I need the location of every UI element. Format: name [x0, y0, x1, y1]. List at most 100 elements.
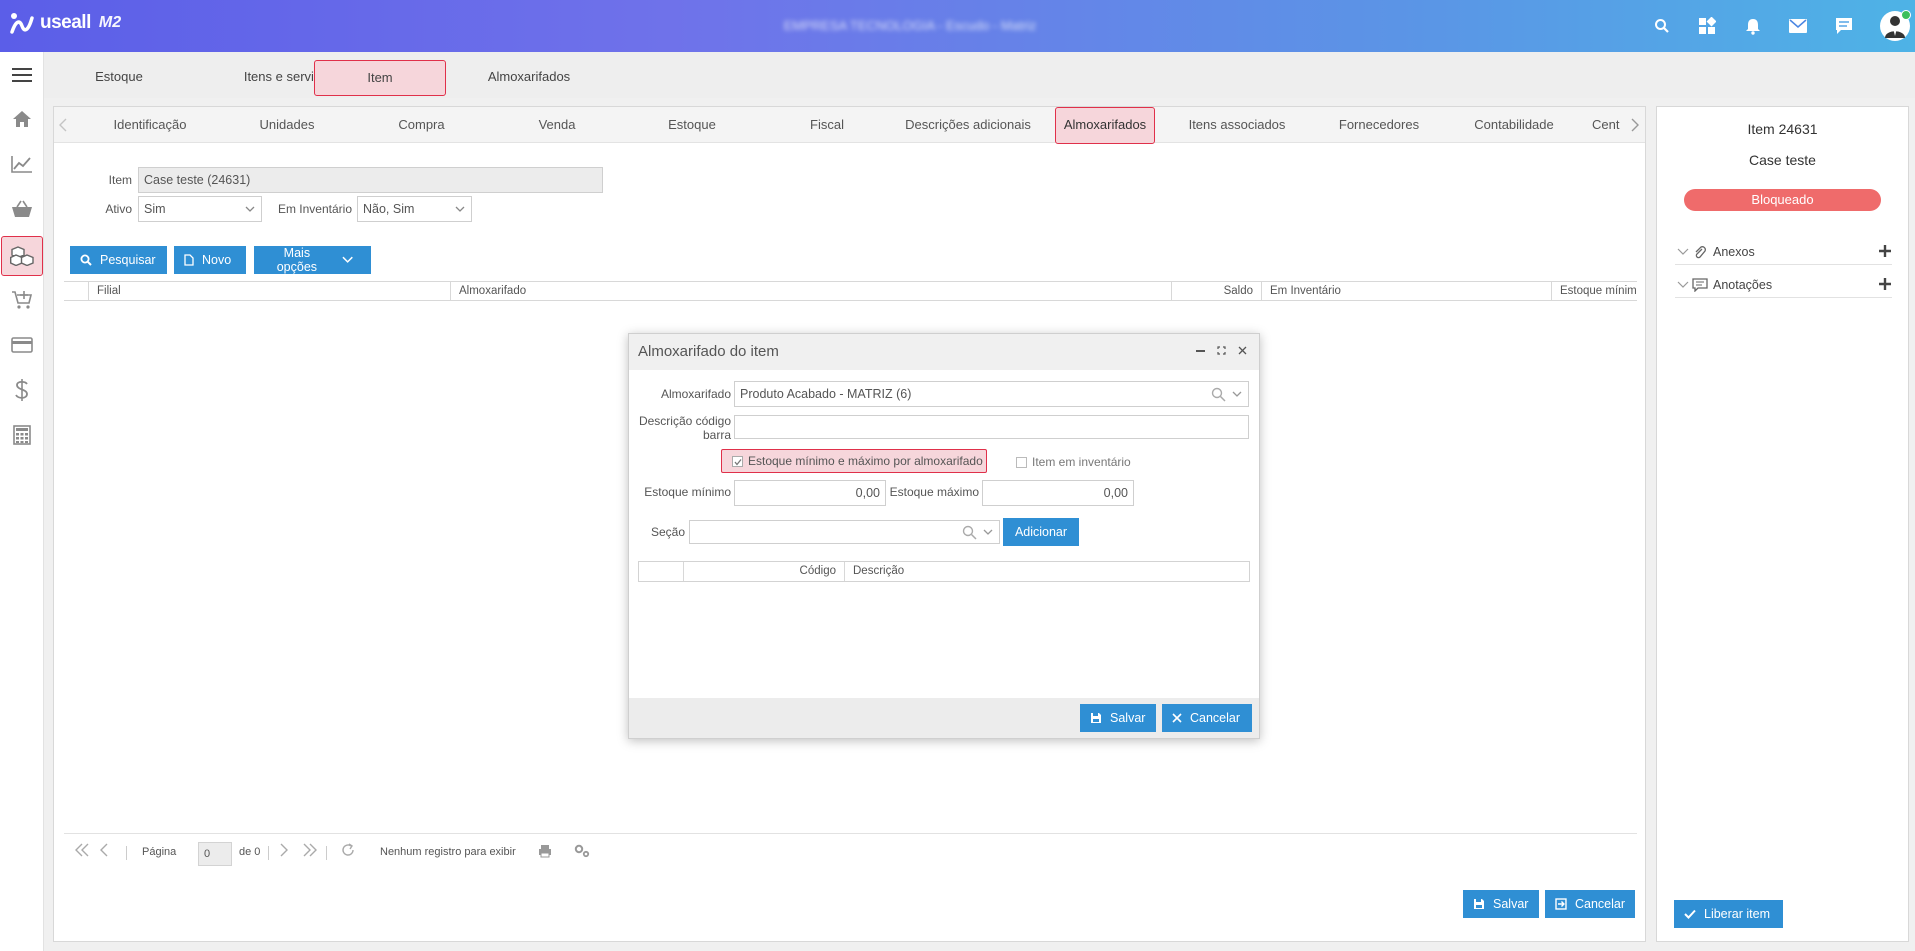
tab-descricoes-adicionais[interactable]: Descrições adicionais: [895, 107, 1041, 143]
tab-unidades[interactable]: Unidades: [220, 107, 354, 143]
close-icon[interactable]: [1238, 346, 1247, 355]
chevron-down-icon[interactable]: [1232, 390, 1242, 398]
tab-fiscal[interactable]: Fiscal: [759, 107, 895, 143]
chevron-down-icon: [342, 256, 353, 263]
search-icon[interactable]: [1211, 387, 1226, 402]
pager-divider: [326, 846, 327, 860]
chevron-left-icon[interactable]: [56, 117, 72, 133]
company-name[interactable]: EMPRESA TECNOLOGIA - Escudo - Matriz: [760, 18, 1060, 33]
maximize-icon[interactable]: [1217, 346, 1226, 355]
section-field[interactable]: [689, 520, 1000, 544]
tab-cent[interactable]: Cent: [1582, 107, 1632, 143]
home-icon[interactable]: [0, 99, 44, 139]
bell-icon[interactable]: [1741, 14, 1765, 38]
module-tab-almoxarifados[interactable]: Almoxarifados: [454, 60, 604, 96]
chevron-down-icon[interactable]: [983, 528, 993, 536]
floppy-icon: [1091, 713, 1101, 723]
refresh-icon[interactable]: [340, 842, 356, 858]
right-panel: Item 24631 Case teste Bloqueado Anexos A…: [1656, 106, 1909, 942]
next-page-icon[interactable]: [278, 842, 290, 858]
min-stock-label: Estoque mínimo: [644, 485, 731, 499]
dialog-cancel-button[interactable]: Cancelar: [1162, 704, 1252, 732]
release-item-label: Liberar item: [1704, 907, 1770, 921]
calculator-icon[interactable]: [0, 415, 44, 455]
release-item-button[interactable]: Liberar item: [1674, 900, 1783, 928]
barcode-label: Descrição código barra: [635, 414, 731, 442]
cart-add-icon[interactable]: [0, 280, 44, 320]
ativo-select[interactable]: Sim: [138, 196, 262, 222]
almoxarifado-field[interactable]: Produto Acabado - MATRIZ (6): [734, 381, 1249, 407]
section-label: Seção: [650, 525, 685, 539]
search-button[interactable]: Pesquisar: [70, 246, 167, 274]
dialog-save-button[interactable]: Salvar: [1080, 704, 1156, 732]
pager-divider: [268, 846, 269, 860]
add-anexo-icon[interactable]: [1878, 244, 1892, 258]
chat-icon[interactable]: [1832, 14, 1856, 38]
cancel-button[interactable]: Cancelar: [1545, 890, 1635, 918]
dollar-icon[interactable]: [0, 370, 44, 410]
print-icon[interactable]: [538, 844, 552, 858]
grid-header: Filial Almoxarifado Saldo Em Inventário …: [64, 281, 1637, 301]
menu-icon[interactable]: [0, 55, 44, 95]
sections-table-header: Código Descrição: [638, 561, 1250, 582]
more-options-button[interactable]: Mais opções: [254, 246, 371, 274]
sections-select-column[interactable]: [639, 562, 683, 581]
paperclip-icon: [1695, 245, 1706, 258]
boxes-icon[interactable]: [1, 236, 43, 276]
tab-venda[interactable]: Venda: [489, 107, 625, 143]
brand-name: useall: [40, 12, 91, 33]
tab-identificacao[interactable]: Identificação: [80, 107, 220, 143]
min-stock-field[interactable]: 0,00: [734, 480, 886, 506]
tab-fornecedores[interactable]: Fornecedores: [1312, 107, 1446, 143]
item-in-inventory-checkbox[interactable]: Item em inventário: [1016, 455, 1131, 469]
tab-estoque[interactable]: Estoque: [625, 107, 759, 143]
basket-icon[interactable]: [0, 189, 44, 229]
column-saldo[interactable]: Saldo: [1171, 282, 1261, 300]
minimize-icon[interactable]: [1196, 350, 1205, 353]
tab-compra[interactable]: Compra: [354, 107, 489, 143]
new-button[interactable]: Novo: [174, 246, 246, 274]
section-anotacoes[interactable]: Anotações: [1675, 272, 1892, 298]
column-codigo[interactable]: Código: [683, 562, 844, 581]
inventario-value: Não, Sim: [363, 202, 415, 216]
search-icon[interactable]: [1650, 14, 1674, 38]
module-tab-item[interactable]: Item: [314, 60, 446, 96]
logo[interactable]: useall M2: [10, 12, 121, 34]
inventario-select[interactable]: Não, Sim: [357, 196, 472, 222]
search-icon[interactable]: [962, 525, 977, 540]
save-button[interactable]: Salvar: [1463, 890, 1539, 918]
section-anexos[interactable]: Anexos: [1675, 239, 1892, 265]
chart-line-icon[interactable]: [0, 144, 44, 184]
column-filial[interactable]: Filial: [88, 282, 450, 300]
item-label: Item: [108, 173, 132, 187]
first-page-icon[interactable]: [74, 842, 90, 858]
chevron-down-icon: [1677, 248, 1689, 255]
user-avatar[interactable]: [1880, 10, 1911, 41]
section-anexos-label: Anexos: [1713, 244, 1755, 259]
settings-icon[interactable]: [574, 844, 590, 858]
minmax-per-warehouse-checkbox[interactable]: Estoque mínimo e máximo por almoxarifado: [721, 449, 987, 473]
chevron-right-icon[interactable]: [1626, 117, 1642, 133]
max-stock-field[interactable]: 0,00: [982, 480, 1134, 506]
column-estoque-minimo[interactable]: Estoque mínimo: [1551, 282, 1637, 300]
tab-contabilidade[interactable]: Contabilidade: [1446, 107, 1582, 143]
item-field[interactable]: Case teste (24631): [138, 167, 603, 193]
column-em-inventario[interactable]: Em Inventário: [1261, 282, 1551, 300]
mail-icon[interactable]: [1786, 14, 1810, 38]
note-icon: [1692, 277, 1708, 292]
add-anotacao-icon[interactable]: [1878, 277, 1892, 291]
module-tab-estoque[interactable]: Estoque: [59, 60, 179, 96]
column-descricao[interactable]: Descrição: [844, 562, 1250, 581]
app-switch-icon[interactable]: [1695, 14, 1719, 38]
grid-select-column[interactable]: [64, 282, 88, 300]
last-page-icon[interactable]: [302, 842, 318, 858]
tab-almoxarifados[interactable]: Almoxarifados: [1055, 107, 1155, 144]
page-input[interactable]: 0: [198, 842, 232, 866]
tab-itens-associados[interactable]: Itens associados: [1162, 107, 1312, 143]
card-icon[interactable]: [0, 325, 44, 365]
barcode-description-field[interactable]: [734, 415, 1249, 439]
previous-page-icon[interactable]: [98, 842, 110, 858]
column-almoxarifado[interactable]: Almoxarifado: [450, 282, 1171, 300]
add-section-button[interactable]: Adicionar: [1003, 518, 1079, 546]
dialog-save-label: Salvar: [1110, 711, 1146, 725]
